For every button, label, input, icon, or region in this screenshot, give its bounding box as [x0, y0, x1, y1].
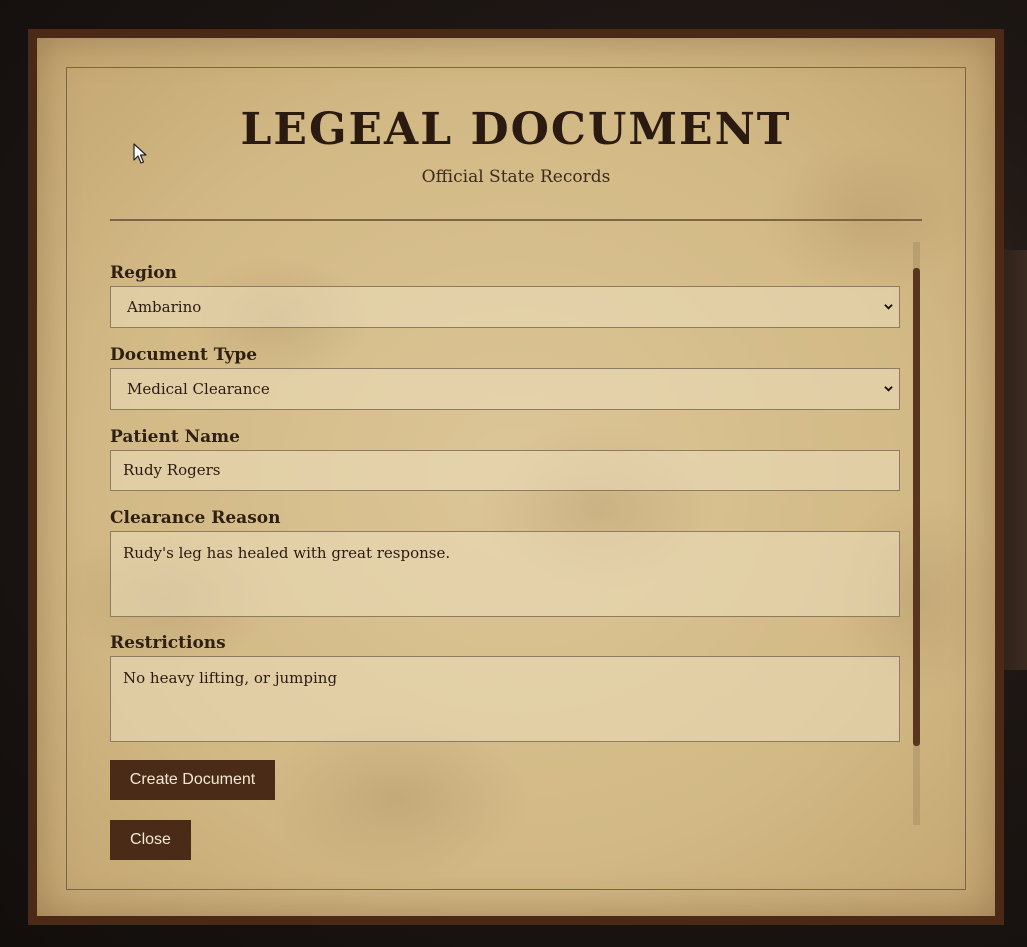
header-divider — [110, 219, 922, 221]
restrictions-label: Restrictions — [110, 633, 226, 653]
page-subtitle: Official State Records — [421, 167, 611, 187]
region-select[interactable]: Ambarino — [110, 286, 900, 328]
document-form: Region Ambarino Document Type Medical Cl… — [110, 262, 900, 742]
document-frame: LEGEAL DOCUMENT Official State Records R… — [28, 29, 1004, 925]
restrictions-textarea[interactable]: No heavy lifting, or jumping — [110, 656, 900, 742]
region-selected-value: Ambarino — [127, 298, 202, 316]
chevron-down-icon — [884, 386, 893, 392]
create-document-button[interactable]: Create Document — [110, 760, 275, 800]
patient-name-label: Patient Name — [110, 427, 240, 447]
chevron-down-icon — [884, 304, 893, 310]
page-title: LEGEAL DOCUMENT — [240, 104, 792, 155]
document-header: LEGEAL DOCUMENT Official State Records — [110, 102, 922, 188]
document-type-selected-value: Medical Clearance — [127, 380, 270, 398]
scrollbar-thumb[interactable] — [913, 268, 920, 746]
clearance-reason-label: Clearance Reason — [110, 508, 281, 528]
document-type-select[interactable]: Medical Clearance — [110, 368, 900, 410]
close-button[interactable]: Close — [110, 820, 191, 860]
mouse-cursor-icon — [133, 143, 147, 164]
clearance-reason-textarea[interactable]: Rudy's leg has healed with great respons… — [110, 531, 900, 617]
patient-name-input[interactable]: Rudy Rogers — [110, 450, 900, 491]
paper-sheet: LEGEAL DOCUMENT Official State Records R… — [37, 38, 995, 916]
document-type-label: Document Type — [110, 345, 258, 365]
region-label: Region — [110, 263, 177, 283]
